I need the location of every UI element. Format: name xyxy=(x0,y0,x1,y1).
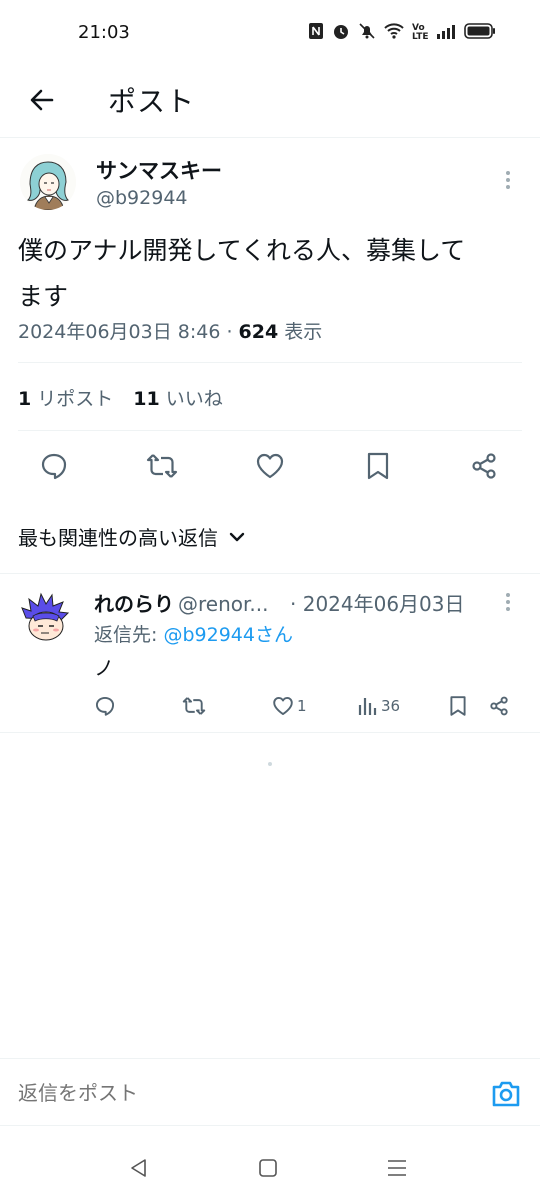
engagement-stats: 1 リポスト 11 いいね xyxy=(18,384,223,411)
battery-icon xyxy=(464,23,496,43)
reply-button[interactable] xyxy=(34,446,74,486)
wifi-icon xyxy=(384,23,404,43)
replying-to-handle[interactable]: @b92944さん xyxy=(163,624,293,646)
likes-label: いいね xyxy=(165,388,223,410)
author-avatar[interactable] xyxy=(20,154,76,210)
analytics-icon xyxy=(358,698,377,715)
reply-author-handle[interactable]: @renor... xyxy=(178,592,268,616)
reply-compose-bar xyxy=(0,1058,540,1126)
top-app-bar: ポスト xyxy=(0,68,540,138)
meta-separator: · xyxy=(220,321,239,343)
bookmark-button[interactable] xyxy=(358,446,398,486)
repost-icon xyxy=(182,697,206,715)
nav-recents-button[interactable] xyxy=(382,1154,412,1182)
reply-views-button[interactable]: 36 xyxy=(358,692,400,720)
sort-label: 最も関連性の高い返信 xyxy=(18,526,218,550)
back-button[interactable] xyxy=(22,80,62,120)
likes-count: 11 xyxy=(133,388,160,410)
more-vertical-icon xyxy=(506,171,510,189)
nav-home-button[interactable] xyxy=(253,1154,283,1182)
reply-share-button[interactable] xyxy=(488,692,510,720)
post-text-line-2: ます xyxy=(18,282,69,311)
menu-lines-icon xyxy=(388,1160,406,1176)
triangle-back-icon xyxy=(131,1159,146,1177)
nfc-icon xyxy=(308,22,324,44)
view-label: 表示 xyxy=(278,321,323,343)
author-name[interactable]: サンマスキー xyxy=(96,155,222,185)
more-options-button[interactable] xyxy=(496,168,520,192)
reply-sort-dropdown[interactable]: 最も関連性の高い返信 xyxy=(18,522,246,551)
alarm-icon xyxy=(332,22,350,44)
reply-header: れのらり @renor... · 2024年06月03日 xyxy=(94,588,465,617)
chevron-down-icon xyxy=(229,532,245,541)
divider xyxy=(18,362,522,363)
arrow-left-icon xyxy=(30,89,54,111)
view-count: 624 xyxy=(238,321,279,343)
system-navigation-bar xyxy=(0,1140,540,1199)
share-icon xyxy=(490,696,508,716)
share-icon xyxy=(472,453,496,479)
likes-stat[interactable]: 11 いいね xyxy=(133,384,223,411)
more-vertical-icon xyxy=(506,593,510,611)
square-home-icon xyxy=(259,1159,277,1177)
share-button[interactable] xyxy=(464,446,504,486)
reply-reply-button[interactable] xyxy=(94,692,116,720)
replying-to-label: 返信先: xyxy=(94,624,164,646)
reply-more-button[interactable] xyxy=(496,590,520,614)
heart-icon xyxy=(273,696,293,716)
reply-bookmark-button[interactable] xyxy=(448,692,468,720)
mute-icon xyxy=(358,22,376,44)
reply-like-count: 1 xyxy=(297,697,307,715)
reposts-stat[interactable]: 1 リポスト xyxy=(18,384,113,411)
reply-action-bar: 1 36 xyxy=(0,692,540,720)
heart-icon xyxy=(256,453,284,479)
signal-icon xyxy=(436,23,456,43)
author-handle[interactable]: @b92944 xyxy=(96,187,188,209)
replying-to: 返信先: @b92944さん xyxy=(94,620,293,647)
bookmark-icon xyxy=(450,696,466,716)
reply-date[interactable]: · 2024年06月03日 xyxy=(290,588,465,617)
divider xyxy=(18,430,522,431)
status-time: 21:03 xyxy=(78,22,130,43)
reply-like-button[interactable]: 1 xyxy=(272,692,307,720)
post-timestamp[interactable]: 2024年06月03日 8:46 xyxy=(18,321,220,343)
post-meta: 2024年06月03日 8:46 · 624 表示 xyxy=(18,317,322,344)
reply-text: ノ xyxy=(94,656,114,680)
repost-icon xyxy=(146,454,178,478)
camera-button[interactable] xyxy=(490,1079,522,1109)
reply-author-name[interactable]: れのらり xyxy=(94,592,174,616)
divider xyxy=(0,732,540,733)
page-title: ポスト xyxy=(108,85,196,118)
reposts-count: 1 xyxy=(18,388,32,410)
status-icons: Vo LTE xyxy=(308,22,496,44)
post-action-bar xyxy=(0,446,540,486)
reply-avatar[interactable] xyxy=(18,590,74,646)
reposts-label: リポスト xyxy=(37,388,114,410)
like-button[interactable] xyxy=(250,446,290,486)
status-bar: 21:03 Vo LTE xyxy=(0,0,540,68)
loading-indicator xyxy=(268,762,272,766)
camera-icon xyxy=(492,1081,520,1107)
bookmark-icon xyxy=(367,452,389,480)
repost-button[interactable] xyxy=(142,446,182,486)
reply-icon xyxy=(41,453,67,480)
post-text-line-1: 僕のアナル開発してくれる人、募集して xyxy=(18,236,466,265)
volte-icon: Vo LTE xyxy=(412,23,429,42)
post-text: 僕のアナル開発してくれる人、募集して ます xyxy=(18,228,518,320)
nav-back-button[interactable] xyxy=(124,1154,154,1182)
reply-repost-button[interactable] xyxy=(182,692,206,720)
reply-view-count: 36 xyxy=(381,697,401,715)
reply-input[interactable] xyxy=(18,1081,418,1105)
reply-item[interactable]: れのらり @renor... · 2024年06月03日 返信先: @b92944… xyxy=(0,574,540,732)
reply-icon xyxy=(95,696,115,716)
